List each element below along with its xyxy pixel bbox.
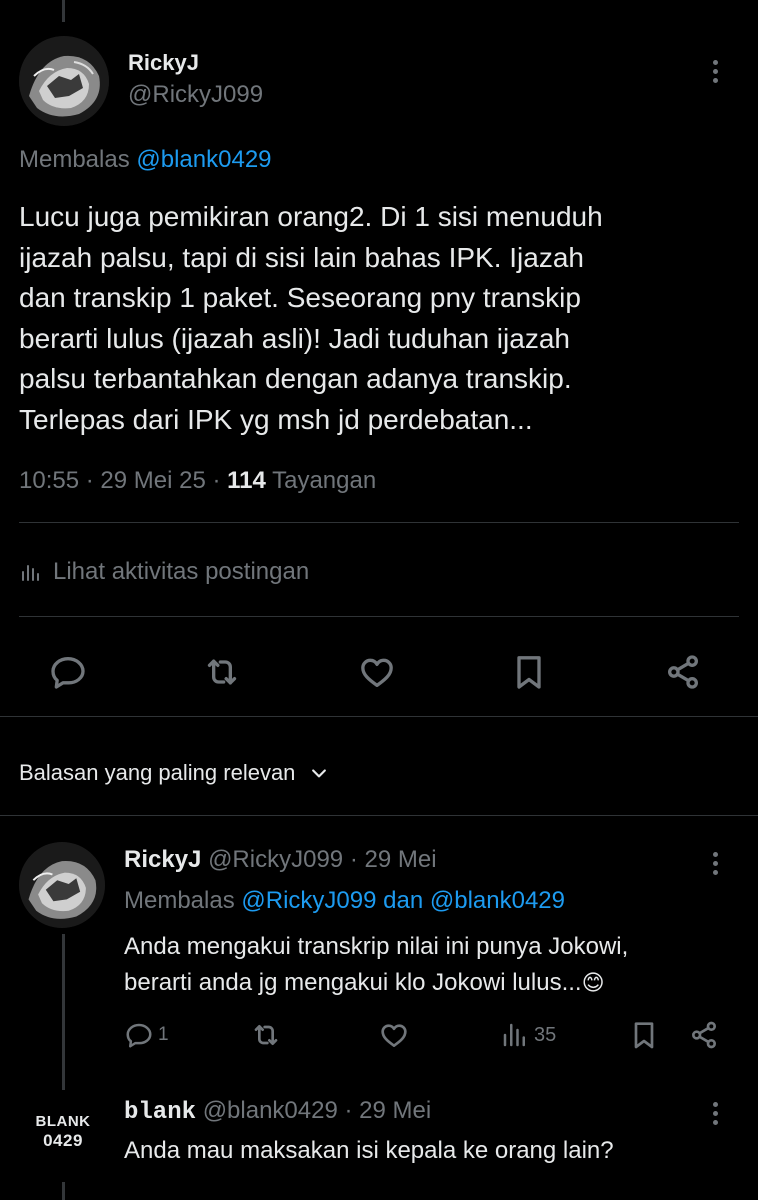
reply1-bookmark-button[interactable] — [628, 1018, 660, 1052]
meta-separator: · — [212, 467, 221, 494]
thread-line — [62, 934, 65, 1090]
reply2-header: blank @blank0429 · 29 Mei — [124, 1097, 431, 1126]
reply1-body: Anda mengakui transkrip nilai ini punya … — [124, 929, 744, 1001]
like-icon — [361, 658, 393, 687]
avatar-image — [19, 36, 109, 126]
reply1-replying-to: Membalas @RickyJ099 dan @blank0429 — [124, 887, 565, 915]
smiling-face-emoji: 😊 — [581, 970, 605, 995]
replying-to-link[interactable]: @blank0429 — [430, 887, 565, 914]
divider — [0, 815, 758, 816]
reply1-repost-button[interactable] — [250, 1018, 282, 1052]
view-activity-link[interactable]: Lihat aktivitas postingan — [19, 558, 309, 586]
replying-prefix: Membalas — [124, 887, 235, 914]
main-replying-to: Membalas @blank0429 — [19, 146, 272, 174]
replies-sort-label: Balasan yang paling relevan — [19, 760, 296, 785]
repost-button[interactable] — [200, 650, 244, 694]
body-line: berarti anda jg mengakui klo Jokowi lulu… — [124, 965, 744, 1001]
reply1-date[interactable]: 29 Mei — [364, 846, 436, 873]
like-button[interactable] — [355, 650, 399, 694]
avatar-image — [19, 842, 105, 928]
reply1-display-name[interactable]: RickyJ — [124, 846, 201, 873]
reply-icon — [126, 1023, 152, 1048]
reply2-display-name[interactable]: blank — [124, 1099, 196, 1126]
chevron-down-icon — [312, 769, 327, 778]
divider — [19, 616, 739, 617]
main-more-icon[interactable] — [713, 60, 718, 83]
like-icon — [381, 1024, 407, 1047]
thread-line — [62, 1182, 65, 1200]
share-button[interactable] — [661, 650, 705, 694]
share-icon — [668, 655, 698, 689]
reply1-handle[interactable]: @RickyJ099 — [208, 846, 343, 873]
replying-prefix: Membalas — [19, 146, 130, 173]
body-line: Terlepas dari IPK yg msh jd perdebatan..… — [19, 403, 533, 435]
body-line: ijazah palsu, tapi di sisi lain bahas IP… — [19, 241, 584, 273]
reply1-header: RickyJ @RickyJ099 · 29 Mei — [124, 846, 437, 874]
avatar-logo-text: BLANK — [35, 1113, 91, 1130]
post-date[interactable]: 29 Mei 25 — [100, 467, 205, 494]
meta-separator: · — [344, 1097, 353, 1124]
thread-line-top — [62, 0, 65, 22]
views-count: 35 — [534, 1023, 557, 1046]
main-handle[interactable]: @RickyJ099 — [128, 81, 263, 109]
analytics-icon — [503, 1023, 525, 1047]
main-display-name[interactable]: RickyJ — [128, 50, 199, 76]
reply-icon — [51, 657, 85, 689]
views-label: Tayangan — [272, 467, 377, 494]
body-line: Anda mengakui transkrip nilai ini punya … — [124, 933, 629, 960]
bookmark-button[interactable] — [507, 650, 551, 694]
reply1-share-button[interactable] — [688, 1018, 720, 1052]
meta-separator: · — [85, 467, 94, 494]
body-line: berarti lulus (ijazah asli)! Jadi tuduha… — [19, 322, 570, 354]
reply2-date[interactable]: 29 Mei — [359, 1097, 431, 1124]
reply1-avatar[interactable] — [19, 842, 105, 928]
reply1-views-button[interactable]: 35 — [500, 1018, 556, 1052]
body-line: dan transkip 1 paket. Seseorang pny tran… — [19, 282, 581, 313]
replies-sort-selector[interactable]: Balasan yang paling relevan — [19, 760, 329, 786]
reply1-reply-button[interactable]: 1 — [124, 1018, 169, 1052]
reply1-like-button[interactable] — [378, 1018, 410, 1052]
reply-count: 1 — [158, 1024, 169, 1045]
views-count: 114 — [227, 467, 266, 494]
analytics-icon — [22, 565, 39, 581]
main-post-body: Lucu juga pemikiran orang2. Di 1 sisi me… — [19, 197, 739, 440]
post-time[interactable]: 10:55 — [19, 467, 79, 494]
replying-join: dan — [383, 887, 424, 914]
body-line: Lucu juga pemikiran orang2. Di 1 sisi me… — [19, 201, 603, 232]
reply1-more-icon[interactable] — [713, 852, 718, 875]
post-meta: 10:55 · 29 Mei 25 · 114 Tayangan — [19, 467, 376, 495]
reply-button[interactable] — [46, 650, 90, 694]
body-text: berarti anda jg mengakui klo Jokowi lulu… — [124, 969, 582, 996]
reply2-more-icon[interactable] — [713, 1102, 718, 1125]
divider — [19, 522, 739, 523]
repost-icon — [207, 659, 237, 685]
bookmark-icon — [517, 656, 541, 689]
replying-to-link[interactable]: @blank0429 — [136, 146, 271, 173]
meta-separator: · — [349, 846, 358, 873]
view-activity-label: Lihat aktivitas postingan — [53, 558, 310, 585]
reply2-body: Anda mau maksakan isi kepala ke orang la… — [124, 1137, 614, 1164]
body-line: palsu terbantahkan dengan adanya transki… — [19, 363, 572, 394]
bookmark-icon — [634, 1022, 654, 1049]
repost-icon — [254, 1025, 278, 1045]
reply2-handle[interactable]: @blank0429 — [203, 1097, 338, 1124]
replying-to-link[interactable]: @RickyJ099 — [241, 887, 376, 914]
avatar-logo-text: 0429 — [43, 1131, 83, 1150]
share-icon — [692, 1021, 716, 1049]
main-avatar[interactable] — [19, 36, 109, 126]
reply2-avatar[interactable]: BLANK 0429 — [22, 1100, 104, 1164]
section-divider — [0, 716, 758, 717]
